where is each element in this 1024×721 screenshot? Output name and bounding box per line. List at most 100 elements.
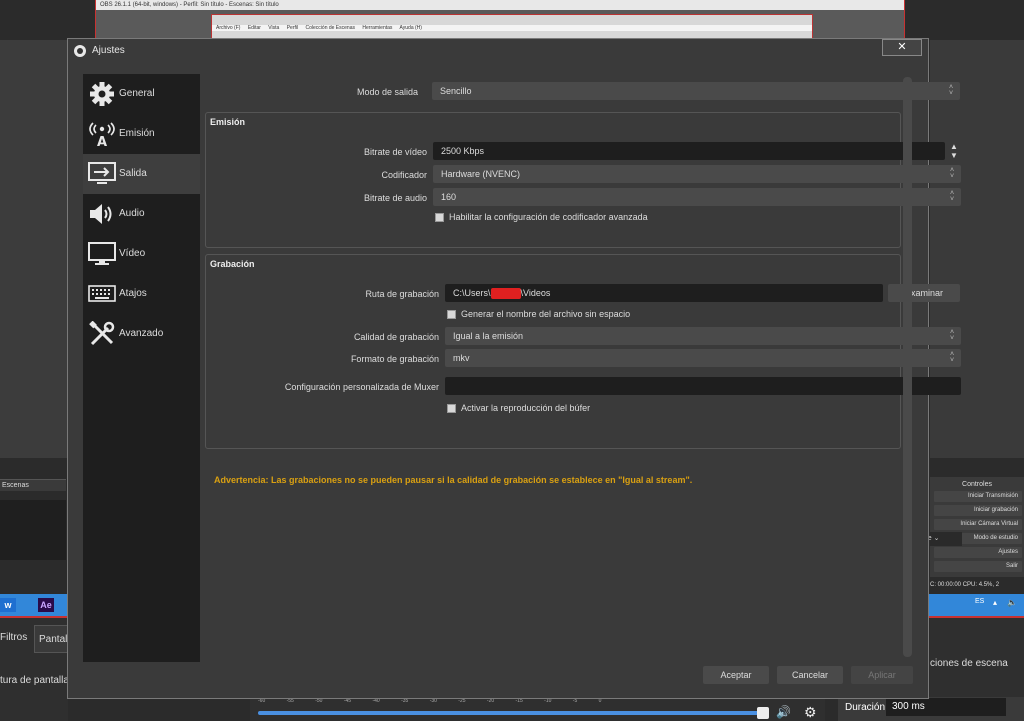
nested-menu-item: Herramientas bbox=[362, 25, 393, 31]
nav-item-atajos[interactable]: Atajos bbox=[83, 274, 200, 314]
nav-item-audio[interactable]: Audio bbox=[83, 194, 200, 234]
advanced-encoder-label: Habilitar la configuración de codificado… bbox=[449, 212, 648, 222]
updown-icon: ˄ ˅ bbox=[949, 351, 955, 364]
dialog-title: Ajustes bbox=[92, 45, 125, 56]
advanced-encoder-checkbox[interactable] bbox=[435, 213, 444, 222]
recording-path-suffix: \Videos bbox=[520, 288, 551, 298]
scenes-list[interactable] bbox=[0, 500, 66, 560]
broadcast-icon: A bbox=[89, 122, 115, 147]
encoder-select[interactable]: Hardware (NVENC) ˄ ˅ bbox=[433, 165, 961, 183]
close-button[interactable]: ✕ bbox=[882, 39, 922, 56]
streaming-group: Emisión Bitrate de vídeo 2500 Kbps ▲ ▼ Co… bbox=[205, 112, 961, 248]
exit-button[interactable]: Salir bbox=[934, 561, 1022, 572]
nav-label-general: General bbox=[119, 88, 155, 99]
nav-label-audio: Audio bbox=[119, 208, 145, 219]
nav-item-general[interactable]: General bbox=[83, 74, 200, 114]
no-space-filename-checkbox[interactable] bbox=[447, 310, 456, 319]
tab-filters[interactable]: Filtros bbox=[0, 632, 27, 643]
recording-warning: Advertencia: Las grabaciones no se puede… bbox=[214, 475, 693, 485]
volume-slider-track[interactable] bbox=[258, 711, 768, 715]
spinbox-arrows-icon[interactable]: ▲ ▼ bbox=[947, 142, 961, 160]
output-mode-select[interactable]: Sencillo ˄ ˅ bbox=[432, 82, 960, 100]
background-left-panel bbox=[0, 40, 68, 458]
output-mode-value: Sencillo bbox=[440, 86, 472, 96]
tray-icons[interactable]: ▴ 🔈 bbox=[993, 598, 1021, 607]
volume-slider-handle[interactable] bbox=[757, 707, 769, 719]
recording-group: Grabación Ruta de grabación C:\Users\ \Vi… bbox=[205, 254, 961, 449]
mixer-gear-icon[interactable]: ⚙ bbox=[804, 704, 817, 721]
monitor-icon bbox=[88, 242, 116, 265]
updown-icon: ˄ ˅ bbox=[949, 167, 955, 180]
nested-menu-item: Ayuda (H) bbox=[399, 25, 422, 31]
after-effects-app-icon[interactable]: Ae bbox=[38, 598, 54, 612]
replay-buffer-checkbox[interactable] bbox=[447, 404, 456, 413]
redacted-username bbox=[490, 288, 521, 300]
dialog-title-bar: Ajustes ✕ bbox=[68, 39, 928, 63]
recording-quality-label: Calidad de grabación bbox=[353, 332, 439, 342]
source-item-screen-capture[interactable]: tura de pantalla bbox=[0, 675, 69, 686]
nav-item-avanzado[interactable]: Avanzado bbox=[83, 314, 200, 354]
updown-icon: ˄ ˅ bbox=[949, 329, 955, 342]
recording-quality-select[interactable]: Igual a la emisión ˄ ˅ bbox=[445, 327, 961, 345]
scenes-dock-title: Escenas bbox=[0, 479, 66, 491]
recording-format-select[interactable]: mkv ˄ ˅ bbox=[445, 349, 961, 367]
nav-label-avanzado: Avanzado bbox=[119, 328, 164, 339]
tools-icon bbox=[89, 321, 115, 346]
settings-sidebar: General A Emisión Salida Audio Vídeo Ata… bbox=[83, 74, 200, 662]
audio-bitrate-label: Bitrate de audio bbox=[363, 193, 427, 203]
muxer-settings-input[interactable] bbox=[445, 377, 961, 395]
output-mode-label: Modo de salida bbox=[356, 87, 418, 97]
recording-format-label: Formato de grabación bbox=[350, 354, 439, 364]
preview-title-bar: OBS 26.1.1 (64-bit, windows) - Perfil: S… bbox=[96, 0, 904, 10]
obs-preview-area: OBS 26.1.1 (64-bit, windows) - Perfil: S… bbox=[95, 0, 905, 42]
recording-format-value: mkv bbox=[453, 353, 470, 363]
start-streaming-button[interactable]: Iniciar Transmisión bbox=[934, 491, 1022, 502]
browse-button[interactable]: Examinar bbox=[888, 284, 960, 302]
video-bitrate-input[interactable]: 2500 Kbps ▲ ▼ bbox=[433, 142, 958, 160]
encoder-value: Hardware (NVENC) bbox=[441, 169, 521, 179]
scene-transitions-title: ciones de escena bbox=[930, 658, 1008, 669]
nested-menu-item: Perfil bbox=[286, 25, 299, 31]
video-bitrate-value: 2500 Kbps bbox=[441, 146, 485, 156]
nav-item-salida[interactable]: Salida bbox=[83, 154, 200, 194]
output-settings-panel: Modo de salida Sencillo ˄ ˅ Emisión Bitra… bbox=[205, 74, 961, 664]
settings-dialog: Ajustes ✕ General A Emisión Salida Audio… bbox=[67, 38, 961, 699]
accept-button[interactable]: Aceptar bbox=[703, 666, 769, 684]
obs-logo-icon bbox=[74, 45, 86, 57]
settings-scrollbar[interactable] bbox=[903, 77, 912, 657]
nav-item-video[interactable]: Vídeo bbox=[83, 234, 200, 274]
word-app-icon[interactable]: w bbox=[0, 598, 16, 612]
svg-text:A: A bbox=[97, 135, 107, 147]
recording-path-input[interactable]: C:\Users\ \Videos bbox=[445, 284, 883, 302]
muxer-settings-label: Configuración personalizada de Muxer bbox=[284, 382, 439, 392]
video-bitrate-label: Bitrate de vídeo bbox=[363, 147, 427, 157]
nested-menu-item: Editar bbox=[247, 25, 261, 31]
keyboard-icon bbox=[88, 285, 116, 302]
language-indicator[interactable]: ES bbox=[975, 598, 984, 605]
nav-item-emision[interactable]: A Emisión bbox=[83, 114, 200, 154]
start-virtual-camera-button[interactable]: Iniciar Cámara Virtual bbox=[934, 519, 1022, 530]
duration-input[interactable]: 300 ms bbox=[886, 698, 1006, 716]
start-recording-button[interactable]: Iniciar grabación bbox=[934, 505, 1022, 516]
gear-icon bbox=[90, 82, 114, 106]
updown-icon: ˄ ˅ bbox=[949, 190, 955, 203]
tab-screen-capture[interactable]: Pantal bbox=[34, 625, 68, 653]
background-right-panel bbox=[930, 40, 1024, 458]
nested-menu-item: Colección de Escenas bbox=[305, 25, 355, 31]
status-bar-text: C: 00:00:00 CPU: 4.5%, 2 bbox=[930, 582, 1000, 588]
audio-bitrate-select[interactable]: 160 ˄ ˅ bbox=[433, 188, 961, 206]
nav-label-video: Vídeo bbox=[119, 248, 146, 259]
no-space-filename-label: Generar el nombre del archivo sin espaci… bbox=[461, 309, 631, 319]
nested-menu-item: Archivo (F) bbox=[216, 25, 241, 31]
duration-label: Duración bbox=[845, 702, 886, 713]
settings-button[interactable]: Ajustes bbox=[934, 547, 1022, 558]
cancel-button[interactable]: Cancelar bbox=[777, 666, 843, 684]
encoder-label: Codificador bbox=[381, 170, 427, 180]
controls-dock: Controles Iniciar Transmisión Iniciar gr… bbox=[930, 477, 1024, 577]
speaker-icon bbox=[90, 204, 112, 224]
speaker-icon[interactable]: 🔊 bbox=[776, 705, 791, 719]
apply-button[interactable]: Aplicar bbox=[851, 666, 913, 684]
updown-icon: ˄ ˅ bbox=[948, 84, 954, 97]
recording-path-prefix: C:\Users\ bbox=[453, 288, 491, 298]
replay-buffer-label: Activar la reproducción del búfer bbox=[461, 403, 591, 413]
